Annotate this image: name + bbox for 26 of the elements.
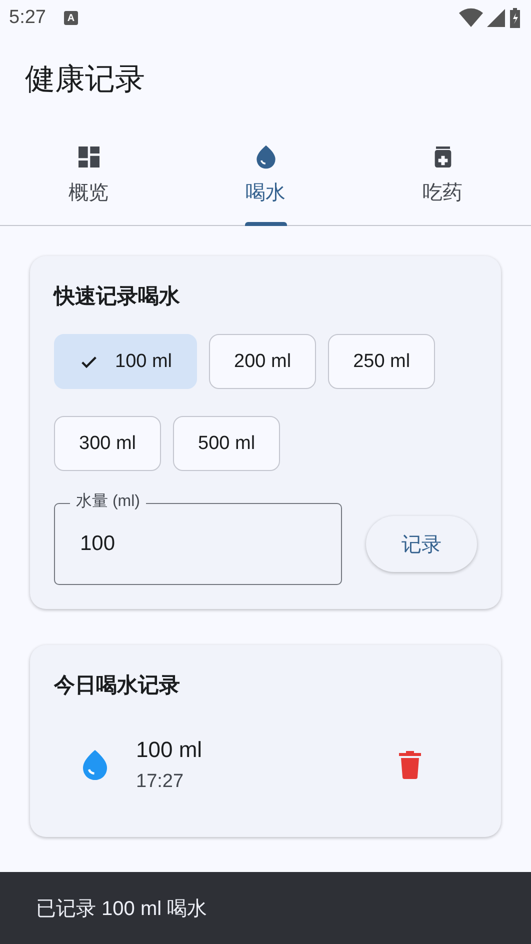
- card-title: 快速记录喝水: [54, 284, 181, 310]
- amount-chip[interactable]: 250 ml: [328, 334, 436, 389]
- record-button[interactable]: 记录: [366, 516, 477, 572]
- snackbar-message: 已记录 100 ml 喝水: [36, 896, 208, 922]
- amount-field[interactable]: 水量 (ml) 100: [54, 492, 342, 585]
- delete-button[interactable]: [399, 751, 421, 779]
- signal-icon: [487, 9, 505, 27]
- entry-time: 17:27: [136, 771, 185, 793]
- battery-icon: [509, 8, 521, 28]
- trash-icon: [399, 751, 421, 779]
- tab[interactable]: 吃药: [354, 130, 531, 225]
- notification-badge: A: [64, 11, 78, 25]
- status-time: 5:27: [9, 7, 46, 29]
- amount-input[interactable]: 100: [78, 531, 318, 557]
- card-title: 今日喝水记录: [54, 673, 181, 699]
- amount-chip[interactable]: 100 ml: [54, 334, 198, 389]
- app-title: 健康记录: [24, 62, 146, 98]
- amount-chip[interactable]: 200 ml: [209, 334, 316, 389]
- tab[interactable]: 概览: [0, 130, 177, 225]
- amount-chip[interactable]: 500 ml: [173, 416, 280, 471]
- amount-chip[interactable]: 300 ml: [54, 416, 162, 471]
- field-label: 水量 (ml): [70, 492, 146, 512]
- water-drop-icon: [82, 750, 108, 780]
- wifi-icon: [459, 8, 483, 28]
- tab[interactable]: 喝水: [177, 130, 354, 225]
- entry-amount: 100 ml: [136, 737, 204, 763]
